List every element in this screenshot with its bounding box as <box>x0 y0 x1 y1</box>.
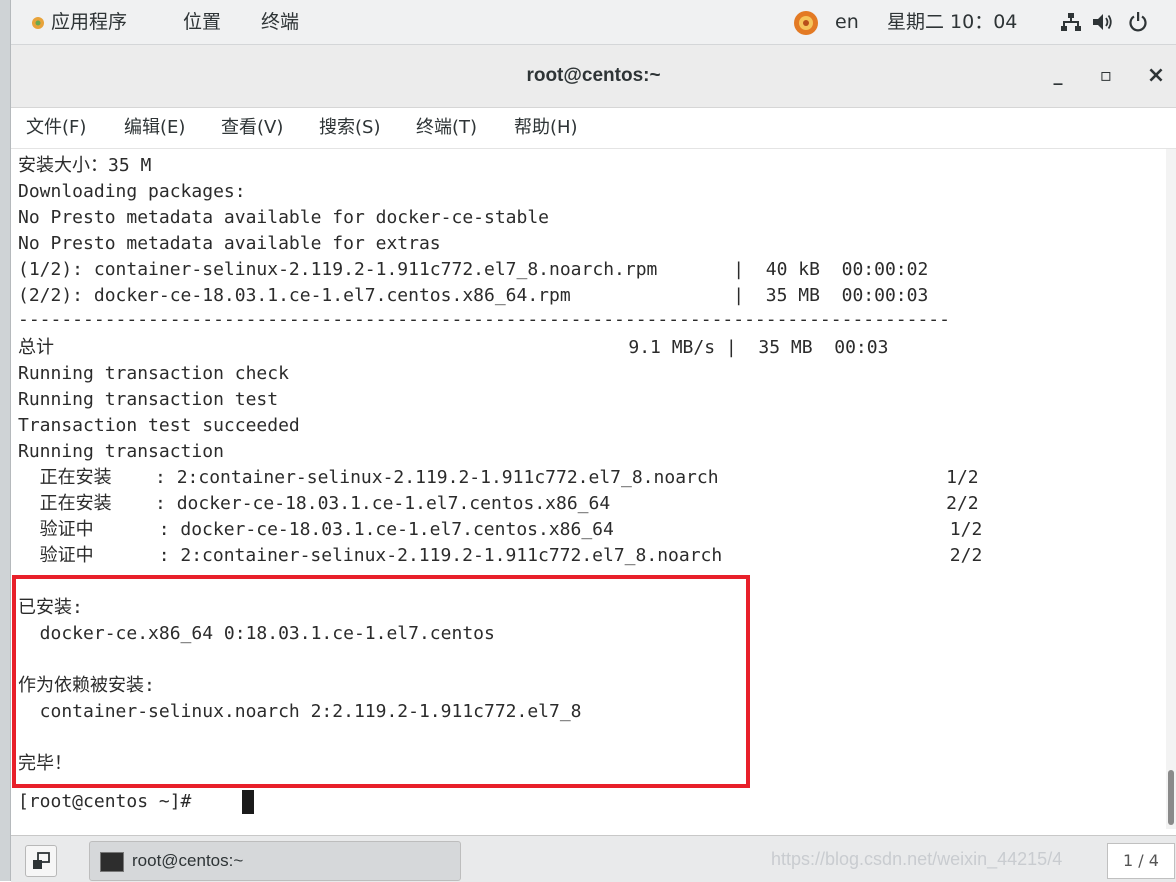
terminal-line: Running transaction check <box>18 363 289 384</box>
network-icon[interactable] <box>1061 13 1081 31</box>
terminal-line: 验证中 : docker-ce-18.03.1.ce-1.el7.centos.… <box>18 519 983 540</box>
maximize-button[interactable]: ▫ <box>1091 45 1121 107</box>
window-titlebar[interactable]: root@centos:~ _ ▫ × <box>11 45 1176 108</box>
highlight-box <box>12 575 750 788</box>
workspace-pager[interactable]: 1 / 4 <box>1107 843 1175 879</box>
terminal-line: Running transaction <box>18 441 224 462</box>
menu-edit[interactable]: 编辑(E) <box>124 108 185 148</box>
terminal-separator: ----------------------------------------… <box>18 309 950 330</box>
left-window-border <box>0 0 11 881</box>
terminal-line: 安装大小：35 M <box>18 155 152 176</box>
close-button[interactable]: × <box>1141 45 1171 107</box>
terminal-line: (2/2): docker-ce-18.03.1.ce-1.el7.centos… <box>18 285 929 306</box>
clock[interactable]: 星期二 10：04 <box>887 0 1017 44</box>
taskbar: root@centos:~ https://blog.csdn.net/weix… <box>11 835 1176 882</box>
input-method-indicator[interactable]: en <box>835 0 859 44</box>
terminal-line: 正在安装 : 2:container-selinux-2.119.2-1.911… <box>18 467 979 488</box>
show-desktop-button[interactable] <box>25 845 57 877</box>
terminal-menubar: 文件(F) 编辑(E) 查看(V) 搜索(S) 终端(T) 帮助(H) <box>11 108 1176 149</box>
terminal-line: Transaction test succeeded <box>18 415 300 436</box>
taskbar-window-label: root@centos:~ <box>132 851 244 870</box>
terminal-icon <box>100 852 124 872</box>
terminal-line: 正在安装 : docker-ce-18.03.1.ce-1.el7.centos… <box>18 493 979 514</box>
power-icon[interactable] <box>1128 12 1148 32</box>
scrollbar-thumb[interactable] <box>1168 770 1174 825</box>
menu-terminal[interactable]: 终端(T) <box>416 108 477 148</box>
taskbar-window-terminal[interactable]: root@centos:~ <box>89 841 461 881</box>
terminal-line: Running transaction test <box>18 389 279 410</box>
terminal-line: 验证中 : 2:container-selinux-2.119.2-1.911c… <box>18 545 983 566</box>
window-title: root@centos:~ <box>526 65 661 86</box>
terminal-app-menu[interactable]: 终端 <box>261 0 299 44</box>
volume-icon[interactable] <box>1093 13 1113 31</box>
applications-icon <box>32 17 44 29</box>
applications-menu[interactable]: 应用程序 <box>51 0 127 44</box>
places-menu[interactable]: 位置 <box>183 0 221 44</box>
terminal-line: Downloading packages: <box>18 181 246 202</box>
input-method-logo-icon[interactable] <box>793 10 819 36</box>
terminal-line: 总计 9.1 MB/s | 35 MB 00:03 <box>18 337 889 358</box>
minimize-button[interactable]: _ <box>1043 45 1073 107</box>
text-cursor <box>242 790 254 814</box>
top-panel: 应用程序 位置 终端 en 星期二 10：04 <box>11 0 1176 45</box>
menu-help[interactable]: 帮助(H) <box>514 108 578 148</box>
terminal-line: (1/2): container-selinux-2.119.2-1.911c7… <box>18 259 929 280</box>
scrollbar[interactable] <box>1166 149 1176 829</box>
menu-view[interactable]: 查看(V) <box>221 108 283 148</box>
watermark-text: https://blog.csdn.net/weixin_44215/4 <box>771 849 1063 869</box>
menu-file[interactable]: 文件(F) <box>26 108 86 148</box>
terminal-line: No Presto metadata available for docker-… <box>18 207 550 228</box>
menu-search[interactable]: 搜索(S) <box>319 108 380 148</box>
window-list-icon <box>33 852 50 869</box>
terminal-line: No Presto metadata available for extras <box>18 233 441 254</box>
shell-prompt: [root@centos ~]# <box>18 791 203 812</box>
